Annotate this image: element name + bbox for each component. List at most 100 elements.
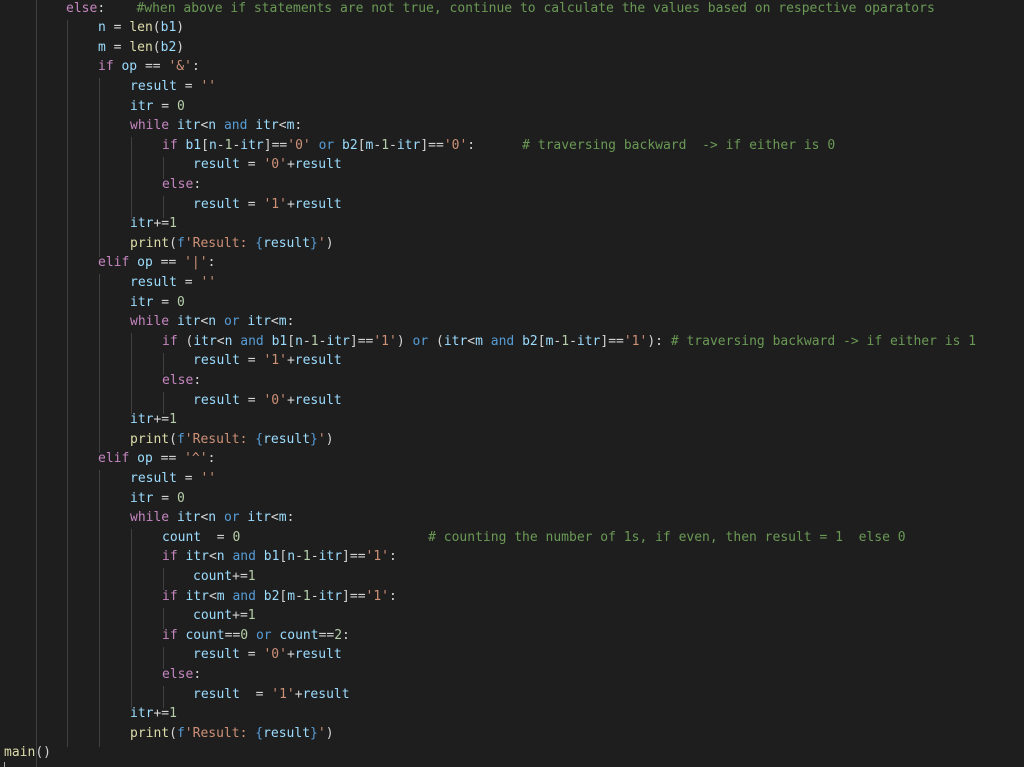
code-token: =: [239, 686, 272, 702]
code-line[interactable]: itr+=1: [130, 214, 177, 234]
code-line[interactable]: elif op == '|':: [98, 253, 215, 273]
code-token: =: [176, 78, 201, 94]
code-line[interactable]: print(f'Result: {result}'): [130, 234, 334, 254]
code-editor[interactable]: else: #when above if statements are not …: [0, 0, 1024, 767]
code-line[interactable]: while itr<n and itr<m:: [130, 116, 302, 136]
code-token: ):: [647, 333, 671, 349]
code-line[interactable]: n = len(b1): [98, 18, 184, 38]
code-line[interactable]: result = '': [130, 273, 216, 293]
code-token: if: [162, 549, 178, 565]
code-token: result: [193, 392, 240, 408]
code-token: -: [310, 549, 319, 565]
code-token: itr: [185, 549, 209, 565]
code-token: =: [239, 353, 264, 369]
code-token: :: [191, 59, 200, 75]
code-line[interactable]: else:: [162, 371, 201, 391]
indent-guide: [131, 137, 132, 218]
code-line[interactable]: count = 0 # counting the number of 1s, i…: [162, 528, 906, 548]
code-token: {: [255, 725, 264, 741]
indent-guide: [131, 529, 132, 708]
code-token: 1: [381, 137, 390, 153]
code-line[interactable]: itr = 0: [130, 293, 185, 313]
code-token: result: [130, 470, 177, 486]
code-token: result: [193, 647, 240, 663]
code-line[interactable]: while itr<n or itr<m:: [130, 508, 294, 528]
code-token: else: [162, 666, 194, 682]
code-line[interactable]: result = '': [130, 77, 216, 97]
code-token: <: [270, 510, 279, 526]
code-line[interactable]: if count==0 or count==2:: [162, 626, 350, 646]
code-token: # traversing backward -> if either is 0: [522, 137, 836, 153]
code-token: {: [255, 431, 264, 447]
code-token: ==: [137, 59, 169, 75]
code-line[interactable]: result = '': [130, 469, 216, 489]
code-token: }: [310, 235, 318, 251]
code-line[interactable]: if itr<m and b2[m-1-itr]=='1':: [162, 587, 397, 607]
code-token: +: [286, 353, 295, 369]
indent-guide: [99, 78, 100, 257]
code-line[interactable]: itr+=1: [130, 704, 177, 724]
code-token: else: [66, 0, 98, 16]
code-line[interactable]: m = len(b2): [98, 38, 184, 58]
code-token: ]==: [349, 333, 374, 349]
code-line[interactable]: else:: [162, 665, 201, 685]
code-line[interactable]: else: #when above if statements are not …: [66, 0, 935, 18]
code-line[interactable]: result = '0'+result: [193, 645, 342, 665]
code-token: itr: [396, 137, 421, 153]
code-token: b2: [342, 137, 358, 153]
code-line[interactable]: itr = 0: [130, 97, 185, 117]
code-line[interactable]: result = '1'+result: [193, 195, 342, 215]
code-token: <: [208, 549, 217, 565]
code-token: (): [35, 745, 51, 761]
code-token: main: [4, 745, 36, 761]
code-line[interactable]: print(f'Result: {result}'): [130, 430, 334, 450]
code-token: and: [490, 333, 515, 349]
code-line[interactable]: result = '1'+result: [193, 351, 342, 371]
code-token: itr: [326, 333, 350, 349]
code-token: if: [162, 137, 178, 153]
code-token: result: [294, 157, 342, 173]
code-token: }: [310, 431, 318, 447]
code-token: '1': [263, 353, 287, 369]
code-token: or: [223, 510, 240, 526]
code-line[interactable]: result = '0'+result: [193, 155, 342, 175]
code-token: itr: [130, 216, 154, 232]
code-line[interactable]: itr = 0: [130, 489, 185, 509]
code-line[interactable]: elif op == '^':: [98, 449, 215, 469]
code-token: print: [130, 235, 170, 251]
code-line[interactable]: if b1[n-1-itr]=='0' or b2[m-1-itr]=='0':…: [162, 136, 835, 156]
code-line[interactable]: count+=1: [193, 606, 256, 626]
code-line[interactable]: if (itr<n and b1[n-1-itr]=='1') or (itr<…: [162, 332, 976, 352]
code-line[interactable]: count+=1: [193, 567, 256, 587]
code-token: result: [193, 157, 240, 173]
code-line[interactable]: while itr<n or itr<m:: [130, 312, 294, 332]
code-token: if: [98, 59, 114, 75]
code-token: +: [286, 647, 295, 663]
code-token: f: [176, 235, 185, 251]
code-token: 0: [176, 490, 185, 506]
code-line[interactable]: if itr<n and b1[n-1-itr]=='1':: [162, 547, 397, 567]
code-token: +: [286, 157, 295, 173]
code-token: b1: [271, 333, 288, 349]
code-line[interactable]: itr+=1: [130, 410, 177, 430]
code-token: +: [286, 392, 295, 408]
code-token: (: [169, 725, 177, 741]
code-token: while: [130, 118, 170, 134]
code-line[interactable]: result = '1'+result: [193, 685, 350, 705]
code-line[interactable]: else:: [162, 175, 201, 195]
code-token: '0': [263, 392, 287, 408]
code-token: itr: [318, 588, 343, 604]
code-token: :: [207, 451, 216, 467]
code-line[interactable]: result = '0'+result: [193, 391, 342, 411]
code-line[interactable]: if op == '&':: [98, 57, 200, 77]
code-line[interactable]: print(f'Result: {result}'): [130, 724, 334, 744]
code-line[interactable]: main(): [4, 743, 51, 763]
code-token: ]==: [342, 549, 366, 565]
